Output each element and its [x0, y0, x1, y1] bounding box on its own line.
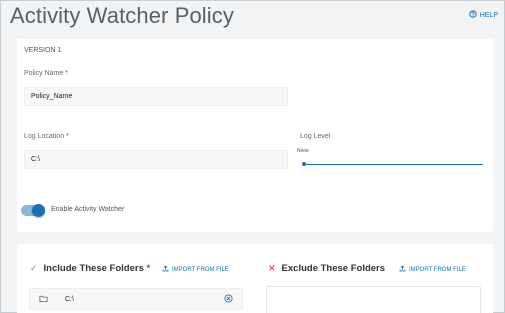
log-location-field[interactable]: C:\ [24, 150, 288, 169]
enable-activity-watcher-toggle[interactable] [21, 204, 45, 217]
upload-icon [399, 265, 406, 274]
policy-name-label: Policy Name * [24, 70, 68, 77]
folder-icon [39, 294, 48, 305]
include-folder-path: C:\ [65, 295, 74, 303]
log-level-label: Log Level [300, 133, 331, 140]
log-level-slider-thumb[interactable] [302, 162, 306, 166]
page-title: Activity Watcher Policy [10, 3, 234, 28]
enable-activity-watcher-label: Enable Activity Watcher [51, 206, 125, 213]
exclude-folders-list[interactable] [266, 286, 481, 313]
policy-name-value: Policy_Name [31, 93, 73, 100]
help-label: HELP [479, 11, 498, 19]
version-label: VERSION 1 [24, 47, 62, 54]
include-import-label: IMPORT FROM FILE [172, 266, 229, 273]
log-level-slider-track[interactable] [303, 164, 483, 165]
upload-icon [162, 265, 169, 274]
log-location-value: C:\ [31, 156, 40, 163]
x-icon: ✕ [268, 263, 276, 273]
help-link[interactable]: HELP [469, 10, 498, 20]
folders-card: ✓ Include These Folders * IMPORT FROM FI… [17, 244, 493, 313]
policy-name-field[interactable]: Policy_Name [24, 87, 288, 106]
close-circle-icon[interactable] [224, 293, 233, 305]
include-folders-title: Include These Folders [43, 263, 144, 274]
help-circle-icon [469, 10, 477, 20]
exclude-import-button[interactable]: IMPORT FROM FILE [399, 265, 466, 274]
include-folder-row: C:\ [29, 288, 243, 310]
exclude-folders-title: Exclude These Folders [281, 263, 386, 274]
check-icon: ✓ [30, 263, 38, 273]
log-level-value-label: None [297, 148, 309, 154]
log-location-label: Log Location * [24, 133, 69, 140]
include-folders-header: ✓ Include These Folders * [30, 263, 151, 274]
toggle-knob [32, 204, 45, 217]
exclude-import-label: IMPORT FROM FILE [409, 266, 466, 273]
exclude-folders-header: ✕ Exclude These Folders [268, 263, 385, 274]
policy-settings-card: VERSION 1 Policy Name * Policy_Name Log … [17, 39, 493, 232]
include-import-button[interactable]: IMPORT FROM FILE [162, 265, 229, 274]
